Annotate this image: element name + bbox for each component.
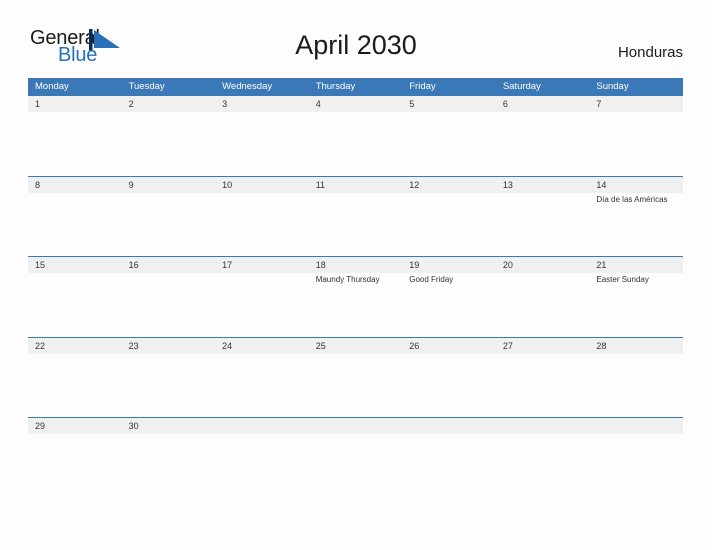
day-number: 30 (128, 421, 139, 431)
day-event: Día de las Américas (596, 194, 668, 204)
day-cell[interactable]: 17 (215, 257, 309, 337)
week-row: 15 16 17 18 Maundy Thursday 19 Good Frid… (28, 256, 683, 337)
weekday-tuesday: Tuesday (128, 81, 165, 92)
day-number: 27 (502, 340, 513, 351)
day-cell[interactable]: 30 (122, 418, 216, 498)
weekday-sunday: Sunday (596, 81, 629, 92)
day-number: 9 (128, 179, 134, 190)
day-cell[interactable]: 1 (28, 96, 122, 176)
day-cell[interactable]: 29 (28, 418, 122, 498)
day-cell-empty (215, 418, 309, 498)
day-number: 12 (409, 179, 420, 190)
day-cell[interactable]: 6 (496, 96, 590, 176)
day-cell[interactable]: 26 (402, 338, 496, 418)
day-number: 8 (35, 179, 41, 190)
day-event: Good Friday (409, 275, 454, 284)
day-number: 11 (315, 179, 326, 190)
day-cell[interactable]: 23 (122, 338, 216, 418)
day-cell[interactable]: 15 (28, 257, 122, 337)
day-number: 26 (409, 340, 420, 351)
day-number: 28 (596, 340, 607, 351)
country-label: Honduras (617, 44, 683, 61)
weekday-monday: Monday (35, 81, 69, 92)
day-number: 20 (502, 260, 513, 270)
day-cell[interactable]: 13 (496, 177, 590, 257)
day-number: 29 (35, 421, 46, 431)
day-event: Maundy Thursday (315, 275, 380, 284)
day-number: 18 (315, 260, 326, 270)
day-cell[interactable]: 19 Good Friday (402, 257, 496, 337)
day-number: 24 (222, 340, 233, 351)
week-row: 29 30 (28, 417, 683, 498)
day-cell-empty (309, 418, 403, 498)
day-cell[interactable]: 5 (402, 96, 496, 176)
weekday-thursday: Thursday (315, 81, 356, 92)
weekday-friday: Friday (409, 81, 436, 92)
calendar-grid: Monday Tuesday Wednesday Thursday Friday… (28, 78, 683, 498)
day-cell[interactable]: 18 Maundy Thursday (309, 257, 403, 337)
day-number: 16 (128, 260, 139, 270)
day-cell[interactable]: 20 (496, 257, 590, 337)
day-number: 17 (222, 260, 233, 270)
day-number: 14 (596, 179, 607, 190)
day-cell[interactable]: 7 (589, 96, 683, 176)
day-number: 10 (222, 179, 233, 190)
weekday-wednesday: Wednesday (222, 81, 273, 92)
day-cell[interactable]: 16 (122, 257, 216, 337)
day-cell-empty (589, 418, 683, 498)
day-cell[interactable]: 28 (589, 338, 683, 418)
day-number: 21 (596, 260, 607, 270)
day-cell[interactable]: 2 (122, 96, 216, 176)
weekday-header-row: Monday Tuesday Wednesday Thursday Friday… (28, 78, 683, 95)
day-cell-empty (496, 418, 590, 498)
day-cell[interactable]: 11 (309, 177, 403, 257)
day-cell[interactable]: 4 (309, 96, 403, 176)
day-number: 6 (502, 99, 508, 109)
weekday-saturday: Saturday (502, 81, 541, 92)
day-cell[interactable]: 25 (309, 338, 403, 418)
day-cell[interactable]: 21 Easter Sunday (589, 257, 683, 337)
week-row: 1 2 3 4 5 6 7 (28, 95, 683, 176)
page-title: April 2030 (295, 30, 417, 60)
day-cell[interactable]: 10 (215, 177, 309, 257)
day-number: 4 (315, 99, 321, 109)
day-event: Easter Sunday (596, 275, 649, 284)
day-number: 22 (35, 340, 46, 351)
day-number: 2 (128, 99, 134, 109)
day-number: 15 (35, 260, 46, 270)
week-row: 8 9 10 11 12 13 14 Día de las Américas (28, 175, 683, 257)
calendar-page: General Blue April 2030 Honduras Monday … (0, 0, 712, 550)
page-header: General Blue April 2030 Honduras (0, 0, 712, 78)
day-number: 3 (222, 99, 228, 109)
day-number: 7 (596, 99, 602, 109)
day-cell-empty (402, 418, 496, 498)
day-cell[interactable]: 22 (28, 338, 122, 418)
day-cell[interactable]: 3 (215, 96, 309, 176)
day-number: 25 (315, 340, 326, 351)
day-number: 1 (35, 99, 41, 109)
day-number: 13 (502, 179, 513, 190)
day-number: 5 (409, 99, 415, 109)
day-cell[interactable]: 27 (496, 338, 590, 418)
day-cell[interactable]: 14 Día de las Américas (589, 177, 683, 257)
day-cell[interactable]: 12 (402, 177, 496, 257)
day-number: 23 (128, 340, 139, 351)
day-cell[interactable]: 9 (122, 177, 216, 257)
day-number: 19 (409, 260, 420, 270)
day-cell[interactable]: 24 (215, 338, 309, 418)
day-cell[interactable]: 8 (28, 177, 122, 257)
week-row: 22 23 24 25 26 27 28 (28, 336, 683, 418)
